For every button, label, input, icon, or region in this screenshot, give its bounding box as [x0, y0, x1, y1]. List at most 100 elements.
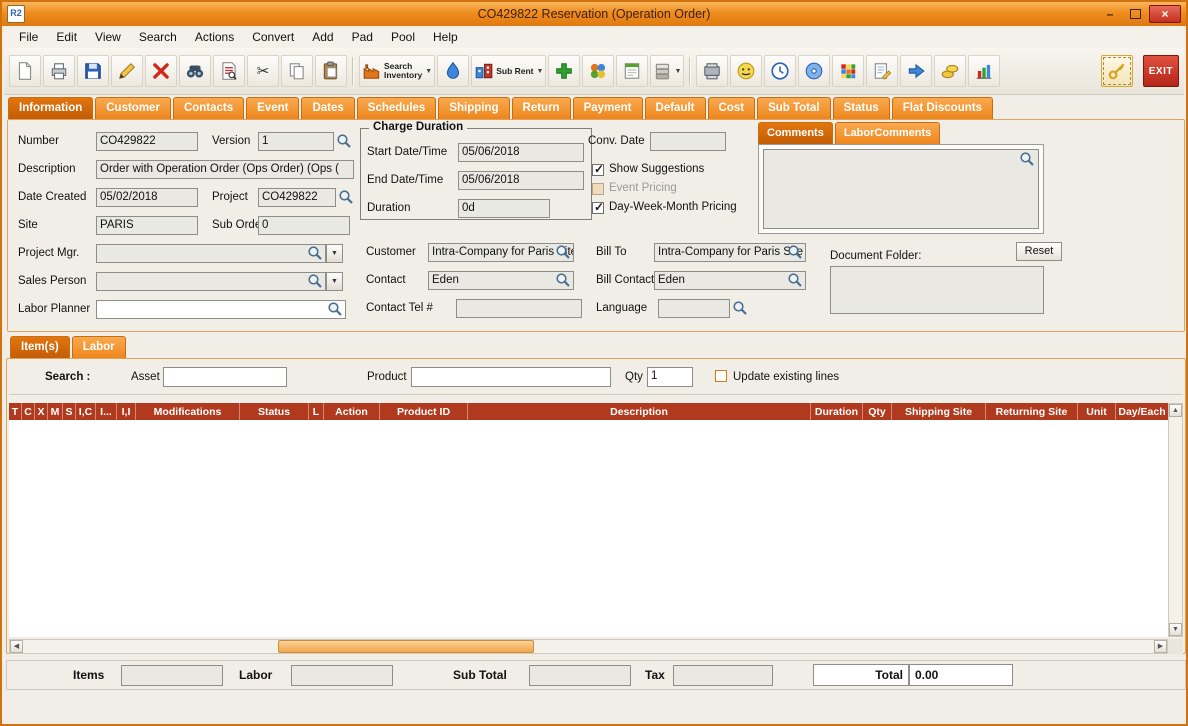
paste-button[interactable]	[315, 55, 347, 87]
search-document-button[interactable]	[213, 55, 245, 87]
column-header[interactable]: M	[48, 403, 63, 420]
tab-flat-discounts[interactable]: Flat Discounts	[891, 97, 993, 119]
menu-view[interactable]: View	[86, 27, 130, 47]
cut-button[interactable]: ✂	[247, 55, 279, 87]
find-button[interactable]	[179, 55, 211, 87]
version-search-icon[interactable]	[336, 133, 353, 150]
menu-edit[interactable]: Edit	[47, 27, 86, 47]
menu-file[interactable]: File	[10, 27, 47, 47]
tab-cost[interactable]: Cost	[707, 97, 756, 119]
tab-default[interactable]: Default	[644, 97, 706, 119]
column-header[interactable]: C	[22, 403, 35, 420]
clock-button[interactable]	[764, 55, 797, 87]
chart-button[interactable]	[968, 55, 1001, 87]
column-header[interactable]: Modifications	[136, 403, 240, 420]
project-mgr-dropdown-button[interactable]: ▼	[326, 244, 343, 263]
tab-labor-comments[interactable]: LaborComments	[834, 122, 941, 144]
horizontal-scroll-thumb[interactable]	[278, 640, 534, 653]
column-header[interactable]: I,I	[117, 403, 136, 420]
column-header[interactable]: Qty	[863, 403, 892, 420]
tab-shipping[interactable]: Shipping	[438, 97, 510, 119]
column-header[interactable]: Description	[468, 403, 811, 420]
menu-pool[interactable]: Pool	[382, 27, 424, 47]
column-header[interactable]: Action	[324, 403, 380, 420]
tab-contacts[interactable]: Contacts	[172, 97, 245, 119]
tab-items[interactable]: Item(s)	[10, 336, 70, 358]
tab-sub-total[interactable]: Sub Total	[757, 97, 831, 119]
horizontal-scrollbar[interactable]: ◀ ▶	[9, 639, 1168, 654]
bill-to-search-icon[interactable]	[787, 244, 804, 261]
close-button[interactable]: ×	[1149, 5, 1181, 23]
menu-pad[interactable]: Pad	[343, 27, 382, 47]
scroll-right-button[interactable]: ▶	[1154, 640, 1167, 653]
bill-contact-field[interactable]: Eden	[654, 271, 806, 290]
contact-field[interactable]: Eden	[428, 271, 574, 290]
reset-button[interactable]: Reset	[1016, 242, 1062, 261]
version-field[interactable]: 1	[258, 132, 334, 151]
asset-input[interactable]	[163, 367, 287, 387]
tab-comments[interactable]: Comments	[758, 122, 833, 144]
column-header[interactable]: Duration	[811, 403, 863, 420]
bill-contact-search-icon[interactable]	[787, 272, 804, 289]
language-search-icon[interactable]	[732, 300, 749, 317]
print-button[interactable]	[43, 55, 75, 87]
pool-button[interactable]	[582, 55, 615, 87]
column-header[interactable]: T	[9, 403, 22, 420]
search-inventory-button[interactable]: Search Inventory ▼	[359, 55, 436, 87]
tab-event[interactable]: Event	[246, 97, 300, 119]
document-folder-box[interactable]	[830, 266, 1044, 314]
key-tool-button[interactable]	[1100, 55, 1133, 87]
cube-button[interactable]	[832, 55, 865, 87]
update-existing-lines-checkbox[interactable]	[715, 370, 727, 382]
column-header[interactable]: Product ID	[380, 403, 468, 420]
column-header[interactable]: I...	[96, 403, 117, 420]
sub-orders-field[interactable]: 0	[258, 216, 350, 235]
tab-status[interactable]: Status	[832, 97, 890, 119]
column-header[interactable]: Returning Site	[986, 403, 1078, 420]
sales-person-field[interactable]	[96, 272, 326, 291]
maximize-button[interactable]	[1124, 6, 1146, 22]
disk-button[interactable]	[798, 55, 831, 87]
items-table-body[interactable]	[9, 420, 1168, 637]
delete-button[interactable]	[145, 55, 177, 87]
tab-customer[interactable]: Customer	[95, 97, 171, 119]
tab-payment[interactable]: Payment	[572, 97, 643, 119]
duration-field[interactable]: 0d	[458, 199, 550, 218]
comments-box[interactable]	[763, 149, 1039, 229]
qty-input[interactable]: 1	[647, 367, 693, 387]
menu-search[interactable]: Search	[130, 27, 186, 47]
column-header[interactable]: I,C	[76, 403, 96, 420]
project-field[interactable]: CO429822	[258, 188, 336, 207]
tab-labor[interactable]: Labor	[71, 336, 126, 358]
tab-information[interactable]: Information	[8, 97, 94, 119]
vertical-scrollbar[interactable]: ▲ ▼	[1168, 403, 1183, 637]
edit-order-button[interactable]	[866, 55, 899, 87]
card-stack-button[interactable]: ▼	[650, 55, 685, 87]
description-field[interactable]: Order with Operation Order (Ops Order) (…	[96, 160, 354, 179]
day-week-month-checkbox[interactable]	[592, 200, 604, 214]
new-document-button[interactable]	[9, 55, 41, 87]
sub-rent-button[interactable]: Sub Rent ▼	[471, 55, 547, 87]
column-header[interactable]: Shipping Site	[892, 403, 986, 420]
copy-button[interactable]	[281, 55, 313, 87]
conv-date-field[interactable]	[650, 132, 726, 151]
sales-person-search-icon[interactable]	[307, 273, 324, 290]
site-field[interactable]: PARIS	[96, 216, 198, 235]
number-field[interactable]: CO429822	[96, 132, 198, 151]
scroll-left-button[interactable]: ◀	[10, 640, 23, 653]
export-button[interactable]	[900, 55, 933, 87]
scroll-down-button[interactable]: ▼	[1169, 623, 1182, 636]
column-header[interactable]: X	[35, 403, 48, 420]
customer-search-icon[interactable]	[555, 244, 572, 261]
date-created-field[interactable]: 05/02/2018	[96, 188, 198, 207]
column-header[interactable]: L	[309, 403, 324, 420]
tab-schedules[interactable]: Schedules	[356, 97, 437, 119]
column-header[interactable]: Status	[240, 403, 309, 420]
menu-help[interactable]: Help	[424, 27, 467, 47]
menu-actions[interactable]: Actions	[186, 27, 243, 47]
contact-tel-field[interactable]	[456, 299, 582, 318]
comments-search-icon[interactable]	[1019, 151, 1036, 168]
show-suggestions-checkbox[interactable]	[592, 162, 604, 176]
language-field[interactable]	[658, 299, 730, 318]
tab-dates[interactable]: Dates	[301, 97, 355, 119]
